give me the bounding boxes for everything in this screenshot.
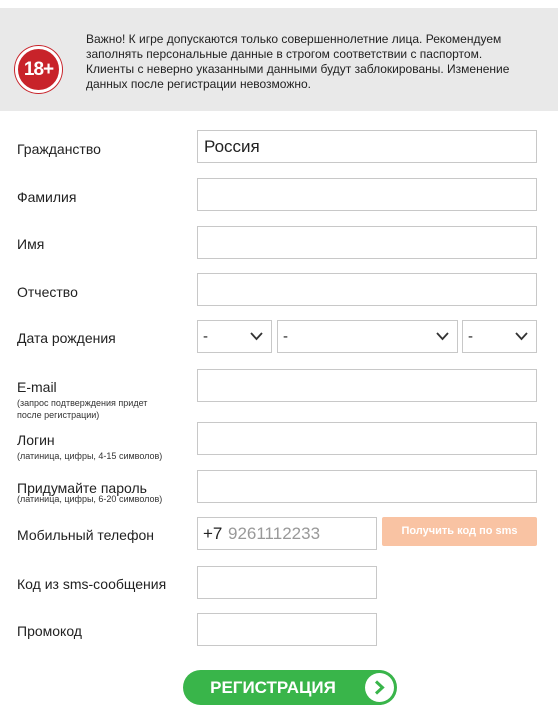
promo-field[interactable]	[197, 613, 377, 646]
login-field[interactable]	[197, 422, 537, 455]
get-sms-code-button[interactable]: Получить код по sms	[382, 517, 537, 546]
chevron-down-icon	[436, 332, 449, 341]
birth-year-select[interactable]: -	[462, 320, 537, 353]
name-field[interactable]	[197, 226, 537, 259]
surname-label: Фамилия	[17, 189, 77, 205]
phone-placeholder: 9261112233	[228, 524, 321, 543]
chevron-down-icon	[515, 332, 528, 341]
name-label: Имя	[17, 236, 45, 252]
email-label: E-mail	[17, 379, 57, 395]
chevron-right-icon	[365, 673, 394, 702]
patronymic-field[interactable]	[197, 273, 537, 306]
email-hint: (запрос подтверждения придет	[17, 398, 148, 408]
citizenship-label: Гражданство	[17, 141, 101, 157]
birth-day-select[interactable]: -	[197, 320, 272, 353]
chevron-down-icon	[250, 332, 263, 341]
birthdate-label: Дата рождения	[17, 330, 116, 346]
warning-text: Важно! К игре допускаются только соверше…	[86, 32, 510, 91]
register-label: РЕГИСТРАЦИЯ	[210, 678, 336, 697]
login-label: Логин	[17, 432, 55, 448]
password-hint: (латиница, цифры, 6-20 символов)	[17, 494, 163, 504]
promo-label: Промокод	[17, 623, 82, 639]
login-hint: (латиница, цифры, 4-15 символов)	[17, 451, 163, 461]
surname-field[interactable]	[197, 178, 537, 211]
age-warning-banner: 18+ Важно! К игре допускаются только сов…	[0, 8, 558, 111]
citizenship-field[interactable]: Россия	[197, 130, 537, 163]
phone-field[interactable]: +7 9261112233	[197, 517, 377, 550]
email-hint-2: после регистрации)	[17, 410, 100, 420]
birth-month-select[interactable]: -	[277, 320, 458, 353]
sms-code-field[interactable]	[197, 566, 377, 599]
phone-label: Мобильный телефон	[17, 527, 154, 543]
email-field[interactable]	[197, 369, 537, 402]
sms-code-label: Код из sms-сообщения	[17, 576, 167, 592]
citizenship-value: Россия	[204, 137, 260, 156]
age-restriction-badge: 18+	[15, 46, 62, 93]
patronymic-label: Отчество	[17, 284, 78, 300]
phone-prefix: +7	[203, 524, 223, 543]
register-button[interactable]: РЕГИСТРАЦИЯ	[183, 670, 397, 705]
password-field[interactable]	[197, 470, 537, 503]
